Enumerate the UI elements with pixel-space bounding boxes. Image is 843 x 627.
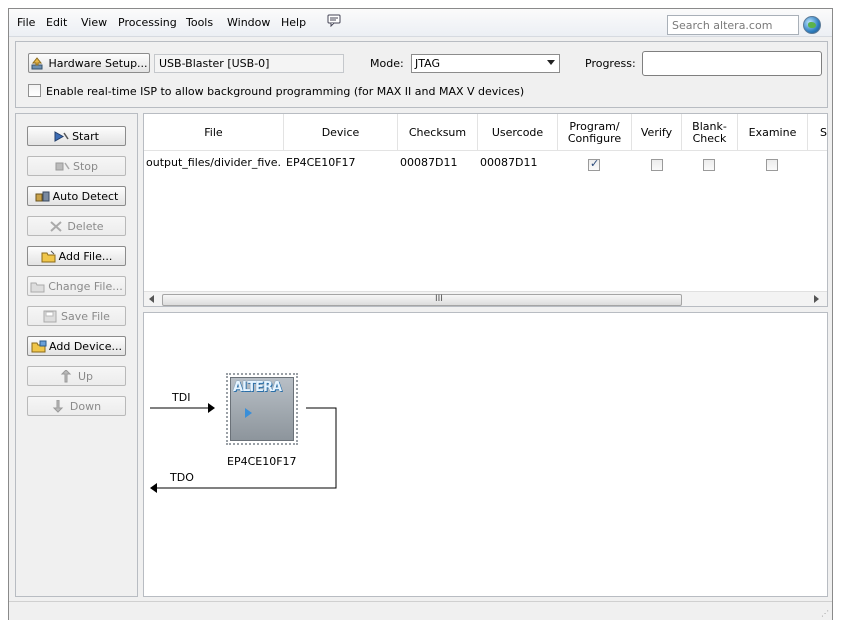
row-checksum: 00087D11 — [400, 156, 458, 169]
programmer-window: File Edit View Processing Tools Window H… — [8, 8, 833, 620]
menu-edit[interactable]: Edit — [46, 16, 67, 29]
resize-grip-icon[interactable]: ⋰ — [821, 609, 829, 618]
jtag-chain-panel: TDI TDO ALTERA EP4CE10F17 — [143, 312, 828, 597]
table-header: File Device Checksum Usercode Program/ C… — [144, 114, 827, 151]
add-file-button[interactable]: Add File... — [27, 246, 126, 266]
column-blank-check[interactable]: Blank- Check — [682, 114, 738, 151]
hardware-icon — [30, 56, 44, 70]
delete-label: Delete — [67, 219, 104, 233]
column-usercode[interactable]: Usercode — [478, 114, 558, 151]
arrow-down-icon — [52, 399, 66, 413]
start-label: Start — [72, 129, 99, 143]
column-program-configure[interactable]: Program/ Configure — [558, 114, 632, 151]
blank-check-checkbox[interactable] — [703, 159, 715, 171]
column-file[interactable]: File — [144, 114, 284, 151]
save-icon — [43, 310, 57, 323]
stop-icon — [55, 160, 70, 173]
scroll-thumb[interactable]: III — [162, 294, 682, 306]
isp-checkbox[interactable] — [28, 84, 41, 97]
column-checksum[interactable]: Checksum — [398, 114, 478, 151]
hardware-setup-button[interactable]: Hardware Setup... — [28, 53, 150, 73]
auto-detect-icon — [35, 190, 50, 203]
menu-view[interactable]: View — [81, 16, 107, 29]
row-file: output_files/divider_five.... — [146, 156, 280, 169]
tdo-label: TDO — [170, 471, 194, 484]
arrow-up-icon — [60, 368, 74, 383]
column-examine[interactable]: Examine — [738, 114, 808, 151]
mode-label: Mode: — [370, 57, 404, 70]
menu-window[interactable]: Window — [227, 16, 270, 29]
start-button[interactable]: Start — [27, 126, 126, 146]
program-checkbox[interactable] — [588, 157, 600, 171]
horizontal-scrollbar[interactable]: III — [144, 291, 827, 306]
menu-tools[interactable]: Tools — [186, 16, 213, 29]
down-button[interactable]: Down — [27, 396, 126, 416]
up-button[interactable]: Up — [27, 366, 126, 386]
hardware-settings-panel: Hardware Setup... USB-Blaster [USB-0] Mo… — [15, 41, 828, 108]
isp-label: Enable real-time ISP to allow background… — [46, 85, 525, 98]
mode-select[interactable]: JTAG — [411, 54, 560, 73]
save-file-button[interactable]: Save File — [27, 306, 126, 326]
delete-icon — [49, 220, 63, 233]
globe-icon[interactable] — [803, 16, 821, 34]
row-usercode: 00087D11 — [480, 156, 538, 169]
stop-label: Stop — [72, 159, 98, 173]
progress-bar — [642, 51, 822, 76]
menu-help[interactable]: Help — [281, 16, 306, 29]
progress-label: Progress: — [585, 57, 636, 70]
add-file-label: Add File... — [58, 249, 113, 263]
play-icon — [245, 408, 252, 418]
change-file-button[interactable]: Change File... — [27, 276, 126, 296]
start-icon — [54, 130, 69, 143]
verify-checkbox[interactable] — [651, 159, 663, 171]
auto-detect-button[interactable]: Auto Detect — [27, 186, 126, 206]
delete-button[interactable]: Delete — [27, 216, 126, 236]
examine-checkbox[interactable] — [766, 159, 778, 171]
device-label: EP4CE10F17 — [227, 455, 297, 468]
device-chip-icon: ALTERA — [230, 377, 294, 441]
add-device-icon — [31, 340, 47, 353]
fpga-device[interactable]: ALTERA — [226, 373, 298, 445]
altera-logo: ALTERA — [233, 380, 282, 395]
add-device-button[interactable]: Add Device... — [27, 336, 126, 356]
status-bar: ⋰ — [9, 601, 832, 620]
column-verify[interactable]: Verify — [632, 114, 682, 151]
folder-icon — [41, 250, 56, 263]
hardware-setup-label: Hardware Setup... — [48, 56, 148, 70]
scroll-left-icon[interactable] — [149, 295, 154, 303]
device-table: File Device Checksum Usercode Program/ C… — [143, 113, 828, 307]
save-file-label: Save File — [61, 309, 110, 323]
stop-button[interactable]: Stop — [27, 156, 126, 176]
auto-detect-label: Auto Detect — [52, 189, 119, 203]
scroll-right-icon[interactable] — [814, 295, 819, 303]
menu-file[interactable]: File — [17, 16, 35, 29]
change-file-icon — [30, 280, 45, 293]
menu-processing[interactable]: Processing — [118, 16, 177, 29]
hardware-value-field: USB-Blaster [USB-0] — [154, 54, 344, 73]
column-security[interactable]: S — [808, 114, 827, 151]
chevron-down-icon — [547, 60, 555, 65]
add-device-label: Add Device... — [49, 339, 122, 353]
down-label: Down — [69, 399, 102, 413]
column-device[interactable]: Device — [284, 114, 398, 151]
row-device: EP4CE10F17 — [286, 156, 356, 169]
search-input[interactable]: Search altera.com — [667, 15, 799, 35]
tdi-label: TDI — [172, 391, 191, 404]
action-sidebar: Start Stop Auto Detect Delete Add File..… — [15, 113, 138, 597]
up-label: Up — [77, 369, 94, 383]
mode-value: JTAG — [415, 57, 440, 70]
change-file-label: Change File... — [48, 279, 123, 293]
menu-bar: File Edit View Processing Tools Window H… — [9, 9, 832, 37]
scroll-grip: III — [435, 294, 443, 304]
speech-bubble-icon[interactable] — [327, 14, 341, 30]
